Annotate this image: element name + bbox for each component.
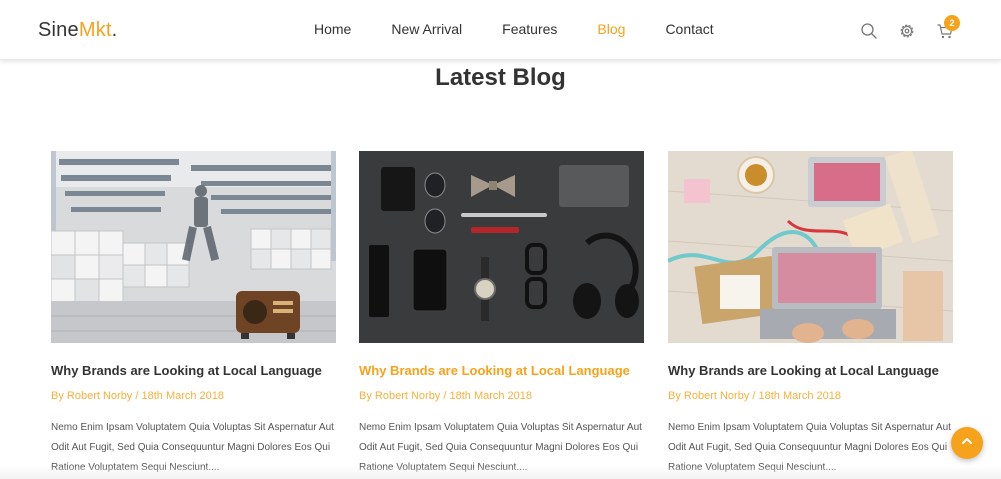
post-meta: By Robert Norby / 18th March 2018 (668, 390, 842, 402)
section-title: Latest Blog (435, 64, 566, 91)
brand-dot: . (111, 19, 118, 41)
post-title[interactable]: Why Brands are Looking at Local Language (51, 363, 336, 381)
nav-item-home[interactable]: Home (314, 21, 351, 37)
post-meta: By Robert Norby / 18th March 2018 (51, 390, 225, 402)
post-title[interactable]: Why Brands are Looking at Local Language (668, 363, 953, 381)
gear-icon[interactable] (898, 22, 916, 40)
post-thumbnail-desk[interactable] (668, 151, 953, 343)
blog-card[interactable]: Why Brands are Looking at Local Language… (359, 151, 644, 478)
nav-item-contact[interactable]: Contact (665, 21, 713, 37)
nav-item-blog[interactable]: Blog (597, 21, 625, 37)
post-meta: By Robert Norby / 18th March 2018 (359, 390, 533, 402)
search-icon[interactable] (860, 22, 878, 40)
post-thumbnail-flatlay[interactable] (359, 151, 644, 343)
main-nav: Home New Arrival Features Blog Contact (314, 21, 754, 37)
blog-card[interactable]: Why Brands are Looking at Local Language… (668, 151, 953, 478)
nav-item-features[interactable]: Features (502, 21, 557, 37)
scroll-to-top-button[interactable] (951, 427, 983, 459)
nav-item-new-arrival[interactable]: New Arrival (391, 21, 462, 37)
brand-name-part2: Mkt (78, 19, 112, 41)
page-bottom-fade (0, 466, 1001, 479)
cart-count-badge: 2 (944, 15, 960, 31)
brand-logo[interactable]: SineMkt. (38, 19, 117, 42)
site-header: SineMkt. Home New Arrival Features Blog … (0, 0, 1001, 60)
post-title[interactable]: Why Brands are Looking at Local Language (359, 363, 644, 381)
blog-card[interactable]: Why Brands are Looking at Local Language… (51, 151, 336, 478)
brand-name-part1: Sine (38, 19, 79, 41)
post-thumbnail-store[interactable] (51, 151, 336, 343)
chevron-up-icon (960, 434, 974, 453)
